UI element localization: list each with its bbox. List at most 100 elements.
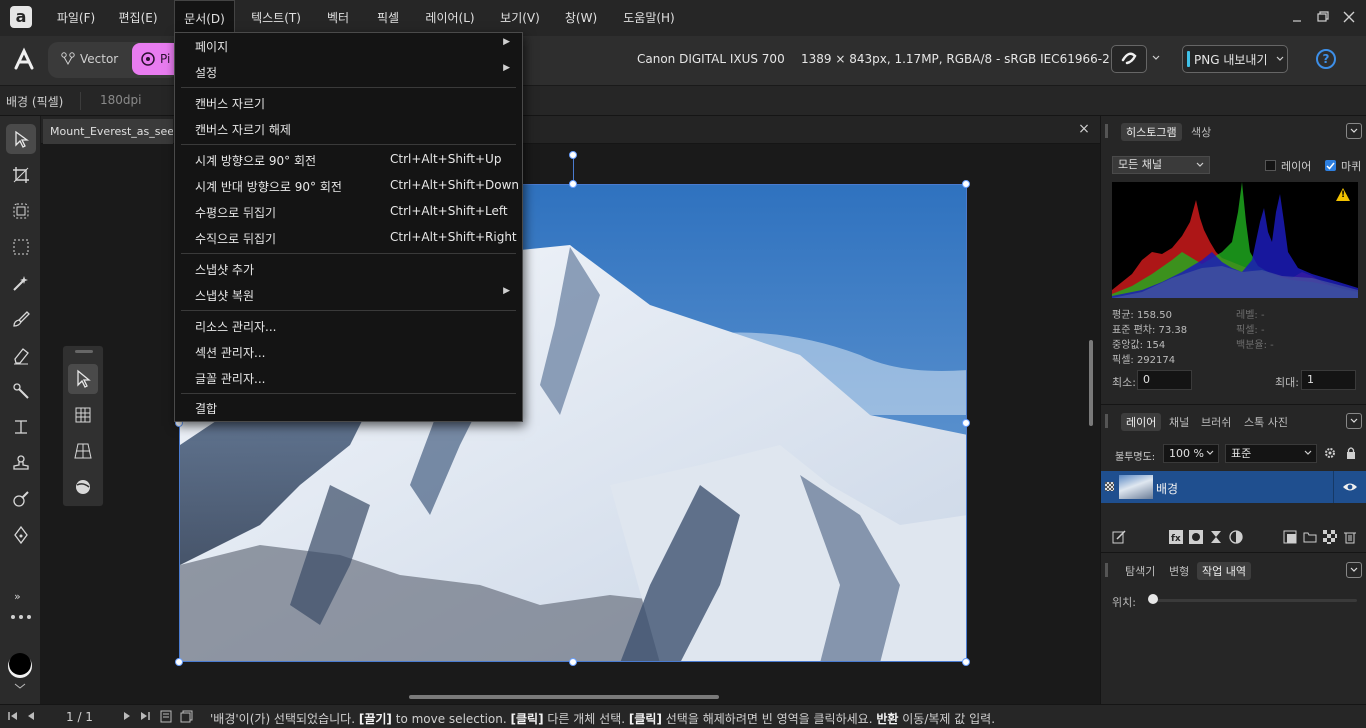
more-tools-icon[interactable] [8,610,34,624]
min-input[interactable]: 0 [1137,370,1192,390]
stamp-tool[interactable] [6,448,36,478]
paint-brush-tool[interactable] [6,304,36,334]
prev-page-icon[interactable] [26,711,36,721]
selection-brush-tool[interactable] [6,196,36,226]
export-button[interactable]: PNG 내보내기 [1182,45,1288,73]
erase-brush-tool[interactable] [6,340,36,370]
palette-drag-handle[interactable] [75,350,93,353]
horizontal-scrollbar[interactable] [409,695,719,699]
menu-item-flip-vertical[interactable]: 수직으로 뒤집기 Ctrl+Alt+Shift+Right [175,225,522,251]
menu-item-rotate-cw[interactable]: 시계 방향으로 90° 회전 Ctrl+Alt+Shift+Up [175,147,522,173]
pages-icon[interactable] [160,710,172,723]
folder-icon[interactable] [1303,530,1317,544]
mesh-warp-icon[interactable] [68,400,98,430]
minimize-icon[interactable] [1286,6,1308,28]
opacity-input[interactable]: 100 % [1163,444,1219,463]
menu-help[interactable]: 도움말(H) [614,0,684,36]
menu-file[interactable]: 파일(F) [50,0,102,36]
close-document-icon[interactable]: × [1076,121,1092,137]
restore-icon[interactable] [1312,6,1334,28]
max-input[interactable]: 1 [1301,370,1356,390]
collapse-layers-icon[interactable] [1346,413,1362,429]
trash-icon[interactable] [1343,530,1357,544]
menu-item-font-manager[interactable]: 글꼴 관리자... [175,365,522,391]
last-page-icon[interactable] [140,711,150,721]
resize-handle-sw[interactable] [175,658,183,666]
menu-item-add-snapshot[interactable]: 스냅샷 추가 [175,256,522,282]
adjustment-icon[interactable] [1209,530,1223,544]
menu-view[interactable]: 보기(V) [492,0,548,36]
menu-item-clip-canvas[interactable]: 캔버스 자르기 [175,90,522,116]
next-page-icon[interactable] [122,711,132,721]
app-logo[interactable]: a [10,6,32,28]
menu-item-restore-snapshot[interactable]: 스냅샷 복원 ▶ [175,282,522,308]
vector-persona-button[interactable]: Vector [52,43,132,75]
palette-move-tool[interactable] [68,364,98,394]
tab-transform[interactable]: 변형 [1169,563,1189,579]
tab-color[interactable]: 색상 [1191,124,1211,140]
tab-navigator[interactable]: 탐색기 [1125,563,1155,579]
expand-tools-icon[interactable]: » [14,590,21,603]
menu-item-pages[interactable]: 페이지 ▶ [175,33,522,59]
pen-tool[interactable] [6,520,36,550]
menu-item-resource-manager[interactable]: 리소스 관리자... [175,313,522,339]
perspective-icon[interactable] [68,436,98,466]
menu-item-settings[interactable]: 설정 ▶ [175,59,522,85]
history-slider[interactable] [1151,599,1357,602]
document-tab[interactable]: Mount_Everest_as_seen_f [43,119,173,144]
menu-layer[interactable]: 레이어(L) [418,0,482,36]
rotate-handle[interactable] [569,151,577,159]
history-slider-knob[interactable] [1148,594,1158,604]
collapse-histogram-icon[interactable] [1346,123,1362,139]
tab-histogram[interactable]: 히스토그램 [1121,123,1182,141]
menu-item-rotate-ccw[interactable]: 시계 반대 방향으로 90° 회전 Ctrl+Alt+Shift+Down [175,173,522,199]
layer-row-background[interactable]: 배경 [1101,471,1366,503]
clone-brush-tool[interactable] [6,412,36,442]
menu-vector[interactable]: 벡터 [318,0,358,36]
mask-icon[interactable] [1189,530,1203,544]
edit-layer-icon[interactable] [1112,530,1126,544]
menu-item-flip-horizontal[interactable]: 수평으로 뒤집기 Ctrl+Alt+Shift+Left [175,199,522,225]
smudge-brush-tool[interactable] [6,484,36,514]
menu-window[interactable]: 창(W) [558,0,604,36]
menu-item-section-manager[interactable]: 섹션 관리자... [175,339,522,365]
help-icon[interactable]: ? [1316,49,1336,69]
marquee-checkbox[interactable] [1325,160,1336,171]
collapse-history-icon[interactable] [1346,562,1362,578]
resize-handle-se[interactable] [962,658,970,666]
menu-text[interactable]: 텍스트(T) [244,0,308,36]
checker-icon[interactable] [1323,530,1337,544]
flood-select-tool[interactable] [6,268,36,298]
menu-item-flatten[interactable]: 결합 [175,395,522,421]
menu-pixel[interactable]: 픽셀 [368,0,408,36]
lock-icon[interactable] [1345,446,1357,460]
tab-stock[interactable]: 스톡 사진 [1244,414,1288,430]
resize-handle-n[interactable] [569,180,577,188]
layer-checkbox[interactable] [1265,160,1276,171]
channel-select[interactable]: 모든 채널 [1112,156,1210,174]
assistant-chevron-icon[interactable] [1151,53,1161,63]
gear-icon[interactable] [1323,446,1337,460]
add-pixel-layer-icon[interactable] [1283,530,1297,544]
liquify-icon[interactable] [68,472,98,502]
marquee-tool[interactable] [6,232,36,262]
blend-mode-select[interactable]: 표준 [1225,444,1317,463]
tab-channels[interactable]: 채널 [1169,414,1189,430]
eye-icon[interactable] [1342,480,1358,494]
resize-handle-s[interactable] [569,658,577,666]
resize-handle-ne[interactable] [962,180,970,188]
menu-item-unclip-canvas[interactable]: 캔버스 자르기 해제 [175,116,522,142]
assistant-button[interactable] [1111,45,1147,73]
live-filter-icon[interactable] [1229,530,1243,544]
vertical-scrollbar[interactable] [1089,340,1093,426]
tab-layers[interactable]: 레이어 [1121,413,1162,431]
move-tool[interactable] [6,124,36,154]
tab-history[interactable]: 작업 내역 [1197,562,1251,580]
close-window-icon[interactable] [1338,6,1360,28]
fx-icon[interactable]: fx [1169,530,1183,544]
tab-brushes[interactable]: 브러쉬 [1201,414,1231,430]
first-page-icon[interactable] [8,711,18,721]
color-swatch[interactable] [7,650,33,690]
crop-tool[interactable] [6,160,36,190]
dodge-brush-tool[interactable] [6,376,36,406]
